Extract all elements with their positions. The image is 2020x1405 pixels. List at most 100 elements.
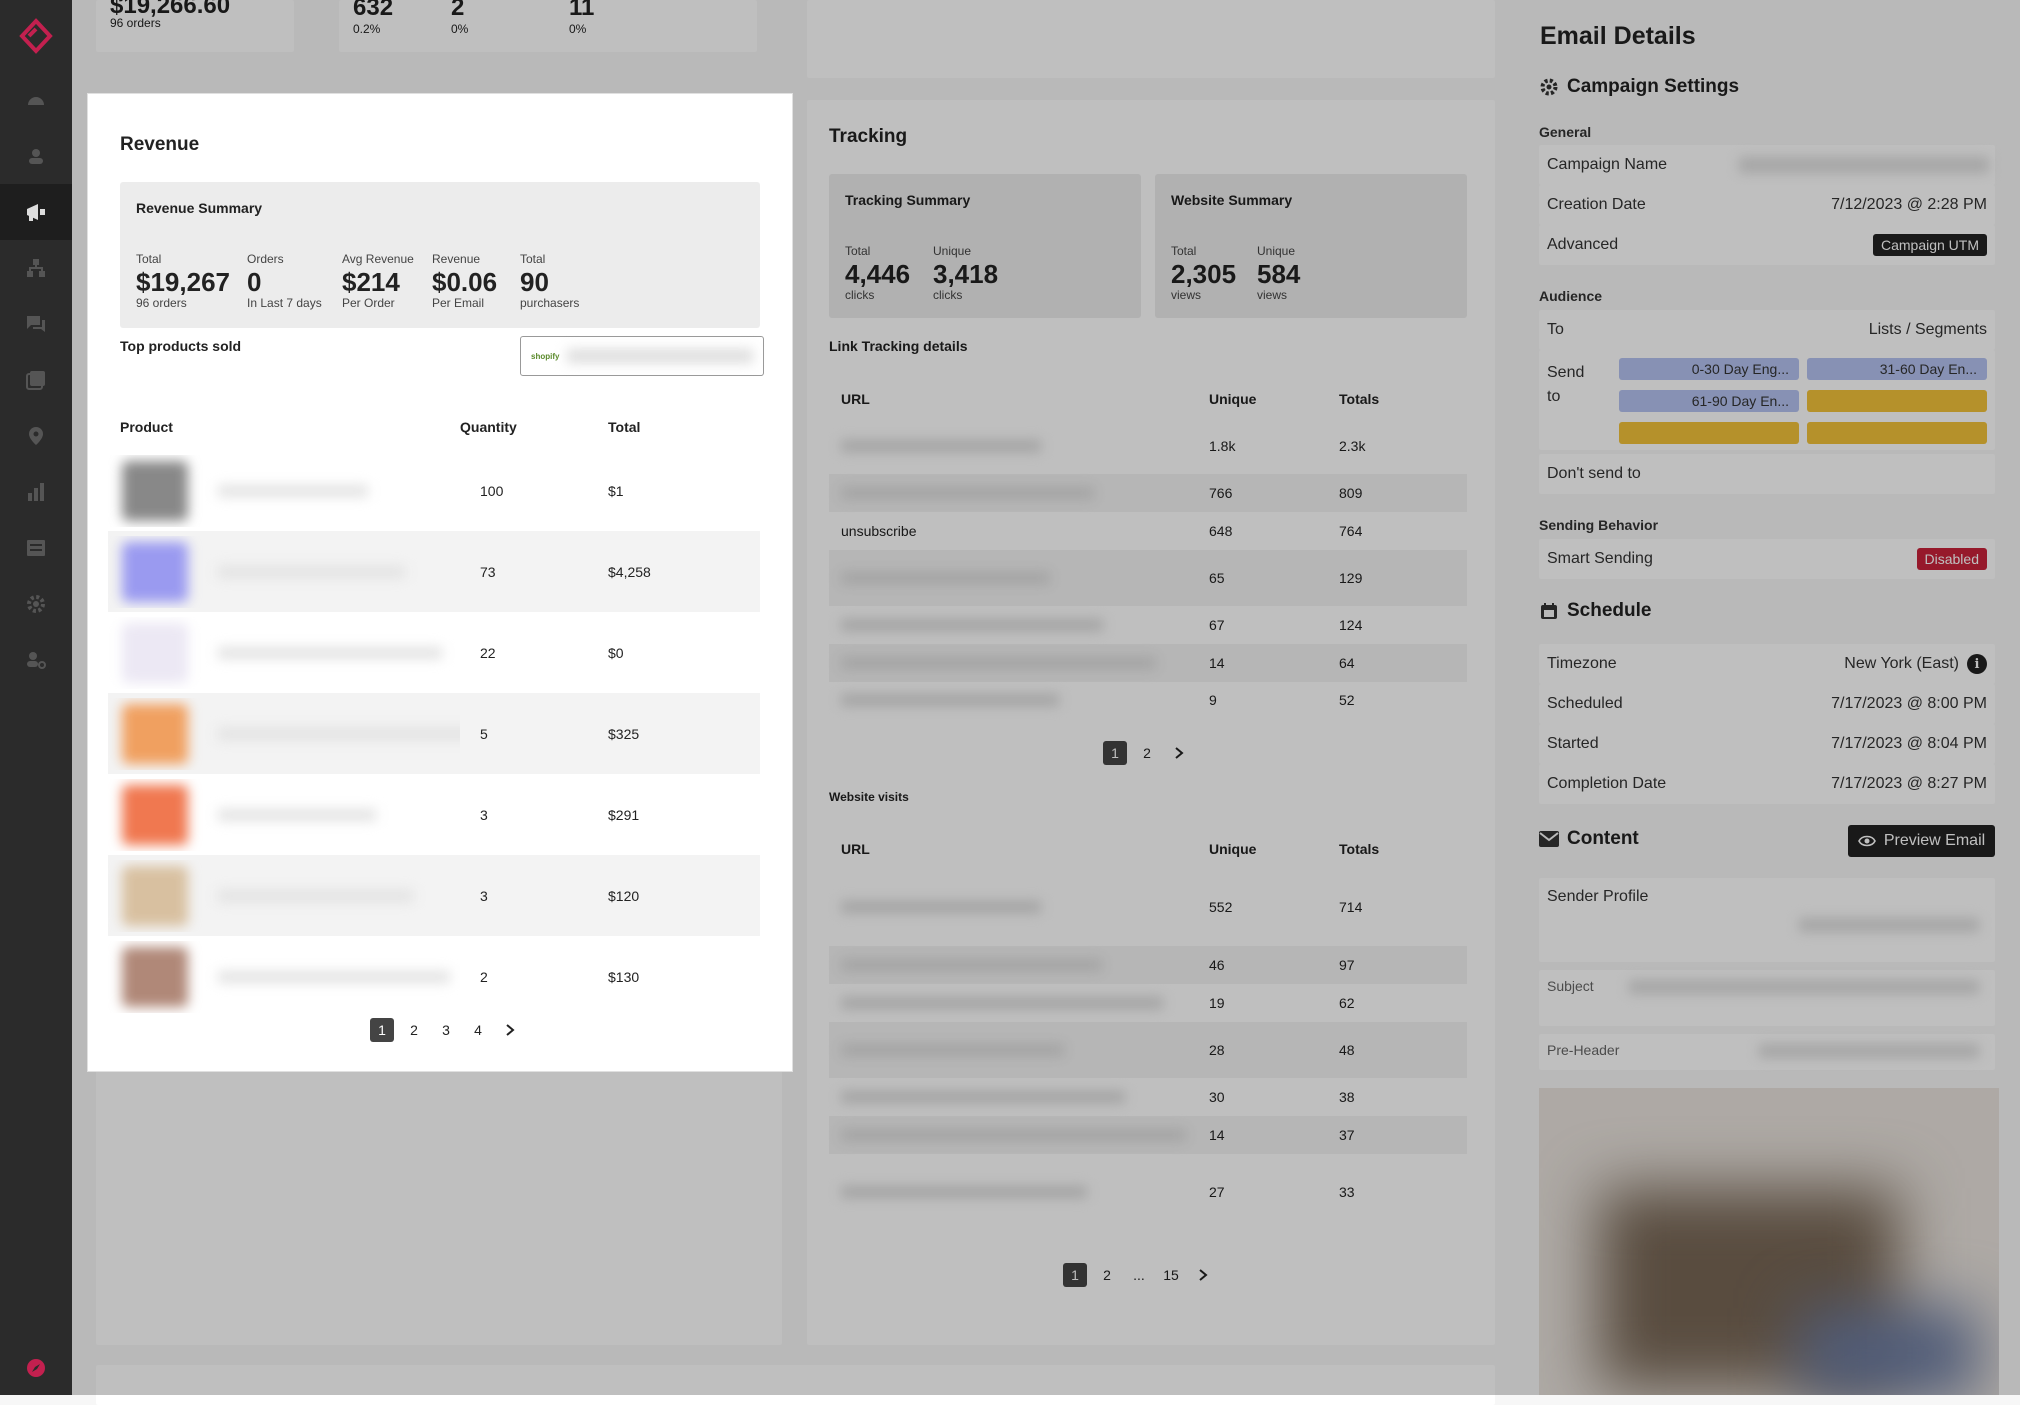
preheader-row: Pre-Header — [1539, 1034, 1995, 1070]
tracking-summary-title: Tracking Summary — [845, 192, 971, 208]
tracking-title: Tracking — [829, 126, 908, 147]
url-cell[interactable] — [829, 1078, 1209, 1116]
info-icon[interactable]: i — [1967, 654, 1987, 674]
smart-sending-label: Smart Sending — [1547, 550, 1653, 567]
audience-icon[interactable] — [0, 128, 72, 184]
quantity-cell: 3 — [480, 887, 488, 904]
table-row[interactable]: 67 124 — [829, 606, 1467, 644]
store-select[interactable]: shopify — [520, 336, 764, 376]
flows-icon[interactable] — [0, 240, 72, 296]
table-row[interactable]: 46 97 — [829, 946, 1467, 984]
media-icon[interactable] — [0, 352, 72, 408]
table-row[interactable]: 30 38 — [829, 1078, 1467, 1116]
table-row[interactable]: 5 $325 — [108, 693, 760, 774]
segment-chip-blurred[interactable] — [1807, 422, 1987, 444]
page-button[interactable]: 1 — [1063, 1263, 1087, 1287]
page-button[interactable]: 1 — [1103, 741, 1127, 765]
page-button[interactable]: 15 — [1159, 1263, 1183, 1287]
segment-chip-blurred[interactable] — [1619, 422, 1799, 444]
table-row[interactable]: 3 $291 — [108, 774, 760, 855]
url-cell[interactable] — [829, 644, 1209, 682]
url-cell[interactable] — [829, 550, 1209, 606]
page-button[interactable]: 1 — [370, 1018, 394, 1042]
table-row[interactable]: 27 33 — [829, 1154, 1467, 1230]
url-cell[interactable] — [829, 984, 1209, 1022]
top-stat-pct: 0.2% — [353, 22, 381, 36]
compass-icon[interactable] — [0, 1340, 72, 1396]
totals-cell: 64 — [1339, 655, 1355, 671]
table-row[interactable]: 2 $130 — [108, 936, 760, 1017]
totals-cell: 97 — [1339, 957, 1355, 973]
url-cell[interactable] — [829, 1116, 1209, 1154]
url-cell[interactable] — [829, 418, 1209, 474]
segment-chip[interactable]: 0-30 Day Eng... — [1619, 358, 1799, 380]
stat: Total 4,446 clicks — [845, 244, 911, 302]
table-row[interactable]: 65 129 — [829, 550, 1467, 606]
url-cell[interactable]: unsubscribe — [829, 512, 1209, 550]
campaigns-icon[interactable] — [0, 184, 72, 240]
chevron-right-icon[interactable] — [498, 1018, 522, 1042]
table-row[interactable]: 14 37 — [829, 1116, 1467, 1154]
table-row[interactable]: 9 52 — [829, 682, 1467, 718]
unique-cell: 19 — [1209, 995, 1225, 1011]
table-row[interactable]: 14 64 — [829, 644, 1467, 682]
table-row[interactable]: 73 $4,258 — [108, 531, 760, 612]
totals-cell: 124 — [1339, 617, 1363, 633]
page-button[interactable]: 2 — [1135, 741, 1159, 765]
table-row[interactable]: 28 48 — [829, 1022, 1467, 1078]
product-thumbnail — [122, 784, 188, 845]
page-button[interactable]: 4 — [466, 1018, 490, 1042]
table-row[interactable]: 1.8k 2.3k — [829, 418, 1467, 474]
location-icon[interactable] — [0, 408, 72, 464]
url-cell[interactable] — [829, 1154, 1209, 1230]
table-row[interactable]: 100 $1 — [108, 450, 760, 531]
page-button[interactable]: 2 — [402, 1018, 426, 1042]
settings-icon[interactable] — [0, 576, 72, 632]
table-row[interactable]: unsubscribe 648 764 — [829, 512, 1467, 550]
product-cell — [108, 693, 460, 774]
campaign-utm-tag[interactable]: Campaign UTM — [1872, 234, 1987, 256]
preview-email-button[interactable]: Preview Email — [1848, 825, 1995, 857]
table-row[interactable]: 3 $120 — [108, 855, 760, 936]
column-header: Totals — [1339, 391, 1380, 407]
totals-cell: 714 — [1339, 899, 1363, 915]
url-cell[interactable] — [829, 868, 1209, 946]
url-cell[interactable] — [829, 474, 1209, 512]
table-row[interactable]: 19 62 — [829, 984, 1467, 1022]
forms-icon[interactable] — [0, 520, 72, 576]
page-button[interactable]: 2 — [1095, 1263, 1119, 1287]
product-name — [218, 484, 368, 497]
url-cell[interactable] — [829, 1022, 1209, 1078]
conversations-icon[interactable] — [0, 296, 72, 352]
table-row[interactable]: 766 809 — [829, 474, 1467, 512]
stat: Total 2,305 views — [1171, 244, 1237, 302]
segment-chip-blurred[interactable] — [1807, 390, 1987, 412]
chevron-right-icon[interactable] — [1167, 741, 1191, 765]
product-cell — [108, 936, 460, 1017]
email-preview[interactable] — [1539, 1088, 1999, 1395]
dashboard-icon[interactable] — [0, 72, 72, 128]
url-cell[interactable] — [829, 682, 1209, 718]
account-settings-icon[interactable] — [0, 632, 72, 688]
page-button[interactable]: 3 — [434, 1018, 458, 1042]
totals-cell: 52 — [1339, 692, 1355, 708]
table-row[interactable]: 22 $0 — [108, 612, 760, 693]
tracking-summary: Tracking Summary Total 4,446 clicks Unique… — [829, 174, 1141, 318]
segment-chip[interactable]: 31-60 Day En... — [1807, 358, 1987, 380]
url-cell[interactable] — [829, 606, 1209, 644]
unique-cell: 9 — [1209, 692, 1217, 708]
completion-label: Completion Date — [1547, 775, 1667, 792]
total-cell: $0 — [608, 644, 624, 661]
url-cell[interactable] — [829, 946, 1209, 984]
dont-send-label: Don't send to — [1547, 465, 1641, 482]
totals-cell: 33 — [1339, 1184, 1355, 1200]
segment-chip[interactable]: 61-90 Day En... — [1619, 390, 1799, 412]
analytics-icon[interactable] — [0, 464, 72, 520]
stat-total: Total $19,267 96 orders — [136, 252, 230, 310]
chevron-right-icon[interactable] — [1191, 1263, 1215, 1287]
total-cell: $130 — [608, 968, 640, 985]
brand-logo[interactable] — [18, 18, 54, 54]
subject-row: Subject — [1539, 970, 1995, 1026]
table-row[interactable]: 552 714 — [829, 868, 1467, 946]
timezone-value: New York (East) — [1844, 655, 1959, 672]
